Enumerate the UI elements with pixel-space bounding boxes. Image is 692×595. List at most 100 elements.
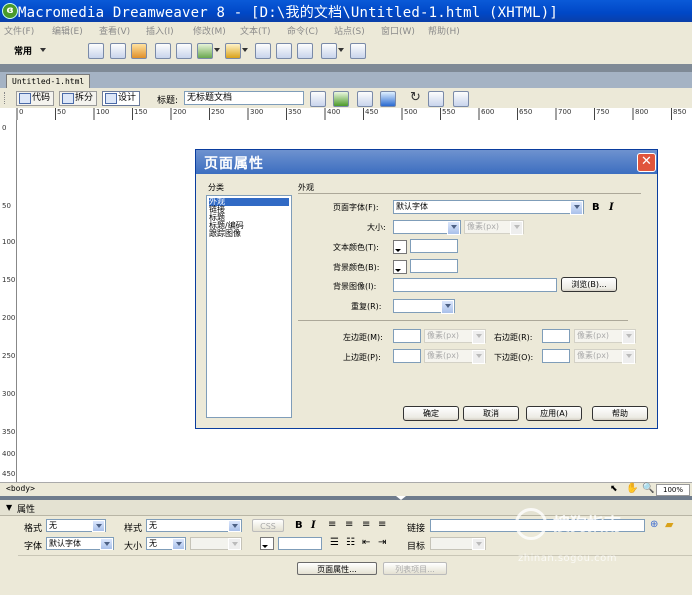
pointer-tool-icon[interactable]: ⬉	[610, 484, 618, 494]
justify-icon[interactable]: ≡	[378, 519, 386, 530]
left-margin-input[interactable]	[393, 329, 421, 343]
document-tab[interactable]: Untitled-1.html	[6, 74, 91, 89]
top-margin-unit-value: 像素(px)	[427, 351, 460, 360]
media-icon[interactable]	[225, 43, 241, 59]
ok-button[interactable]: 确定	[403, 406, 459, 421]
bg-color-input[interactable]	[410, 259, 458, 273]
head-tags-icon[interactable]	[321, 43, 337, 59]
menu-site[interactable]: 站点(S)	[334, 24, 365, 37]
text-color-picker[interactable]	[260, 537, 274, 550]
toolbar-grip[interactable]	[4, 92, 11, 104]
doc-title-input[interactable]: 无标题文档	[184, 91, 304, 105]
italic-button[interactable]: I	[609, 202, 614, 213]
text-color-input[interactable]	[410, 239, 458, 253]
repeat-select[interactable]	[393, 299, 455, 314]
bold-format-icon[interactable]: B	[295, 520, 303, 531]
category-list[interactable]: 外观 链接 标题 标题/编码 跟踪图像	[206, 195, 292, 418]
align-center-icon[interactable]: ≡	[345, 519, 353, 530]
size-select[interactable]	[393, 220, 461, 235]
visual-aids-icon[interactable]	[453, 91, 469, 107]
unordered-list-icon[interactable]: ☰	[330, 537, 339, 548]
file-management-icon[interactable]	[310, 91, 326, 107]
bg-image-input[interactable]	[393, 278, 557, 292]
indent-icon[interactable]: ⇥	[378, 537, 386, 548]
zoom-tool-icon[interactable]: 🔍	[642, 483, 654, 494]
help-button[interactable]: 帮助	[592, 406, 648, 421]
sogou-logo-icon	[515, 508, 547, 540]
menu-view[interactable]: 查看(V)	[99, 24, 130, 37]
align-right-icon[interactable]: ≡	[362, 519, 370, 530]
text-color-swatch[interactable]	[393, 240, 407, 254]
ruler-label: 500	[404, 108, 418, 116]
ruler-label: 300	[250, 108, 264, 116]
bg-image-label: 背景图像(I):	[333, 282, 377, 291]
category-tracing-image[interactable]: 跟踪图像	[209, 230, 241, 238]
email-link-icon[interactable]	[110, 43, 126, 59]
media-dropdown-icon[interactable]	[242, 48, 248, 52]
italic-format-icon[interactable]: I	[311, 520, 316, 531]
menu-edit[interactable]: 编辑(E)	[52, 24, 83, 37]
category-header: 分类	[208, 183, 224, 192]
comment-icon[interactable]	[297, 43, 313, 59]
right-margin-input[interactable]	[542, 329, 570, 343]
browse-folder-icon[interactable]: ▰	[665, 518, 673, 531]
ruler-label: 800	[635, 108, 649, 116]
view-options-icon[interactable]	[428, 91, 444, 107]
point-to-file-icon[interactable]: ⊕	[650, 519, 658, 530]
ruler-label: 750	[596, 108, 610, 116]
menu-text[interactable]: 文本(T)	[240, 24, 271, 37]
preview-browser-icon[interactable]	[333, 91, 349, 107]
outdent-icon[interactable]: ⇤	[362, 537, 370, 548]
head-dropdown-icon[interactable]	[338, 48, 344, 52]
split-view-button[interactable]: 拆分	[59, 91, 98, 106]
zoom-select[interactable]: 100%	[656, 484, 690, 496]
design-view-button[interactable]: 设计	[102, 91, 141, 106]
menu-window[interactable]: 窗口(W)	[381, 24, 415, 37]
align-left-icon[interactable]: ≡	[328, 519, 336, 530]
page-font-select[interactable]: 默认字体	[393, 200, 584, 215]
hyperlink-icon[interactable]	[88, 43, 104, 59]
image-dropdown-icon[interactable]	[214, 48, 220, 52]
templates-icon[interactable]	[350, 43, 366, 59]
menu-commands[interactable]: 命令(C)	[287, 24, 318, 37]
text-color-field[interactable]	[278, 537, 322, 550]
bold-button[interactable]: B	[592, 202, 600, 213]
bg-color-swatch[interactable]	[393, 260, 407, 274]
validate-icon[interactable]	[357, 91, 373, 107]
tag-selector[interactable]: <body>	[6, 484, 35, 493]
date-icon[interactable]	[255, 43, 271, 59]
style-select[interactable]: 无	[146, 519, 242, 532]
table-icon[interactable]	[155, 43, 171, 59]
insert-category-dropdown-icon[interactable]	[40, 48, 46, 52]
menu-modify[interactable]: 修改(M)	[193, 24, 226, 37]
font-select[interactable]: 默认字体	[46, 537, 114, 550]
bottom-margin-input[interactable]	[542, 349, 570, 363]
insert-category-label[interactable]: 常用	[14, 44, 32, 57]
dialog-close-button[interactable]: ✕	[637, 153, 656, 172]
top-margin-label: 上边距(P):	[343, 353, 381, 362]
code-view-button[interactable]: 代码	[16, 91, 55, 106]
dialog-title-bar[interactable]: 页面属性 ✕	[196, 150, 657, 174]
layer-icon[interactable]	[176, 43, 192, 59]
chevron-down-icon	[447, 221, 460, 235]
format-label: 格式	[24, 524, 43, 534]
browse-button[interactable]: 浏览(B)...	[561, 277, 617, 292]
named-anchor-icon[interactable]	[131, 43, 147, 59]
image-icon[interactable]	[197, 43, 213, 59]
check-browser-icon[interactable]	[380, 91, 396, 107]
server-side-include-icon[interactable]	[276, 43, 292, 59]
ruler-label: 350	[2, 428, 16, 436]
ordered-list-icon[interactable]: ☷	[346, 537, 355, 548]
apply-button[interactable]: 应用(A)	[526, 406, 582, 421]
menu-help[interactable]: 帮助(H)	[428, 24, 460, 37]
top-margin-input[interactable]	[393, 349, 421, 363]
format-select[interactable]: 无	[46, 519, 106, 532]
cancel-button[interactable]: 取消	[463, 406, 519, 421]
page-properties-button[interactable]: 页面属性...	[297, 562, 377, 575]
size-select-prop[interactable]: 无	[146, 537, 186, 550]
refresh-icon[interactable]: ↻	[410, 90, 421, 105]
menu-file[interactable]: 文件(F)	[4, 24, 34, 37]
hand-tool-icon[interactable]: ✋	[626, 483, 638, 494]
chevron-down-icon	[228, 520, 241, 532]
menu-insert[interactable]: 插入(I)	[146, 24, 174, 37]
